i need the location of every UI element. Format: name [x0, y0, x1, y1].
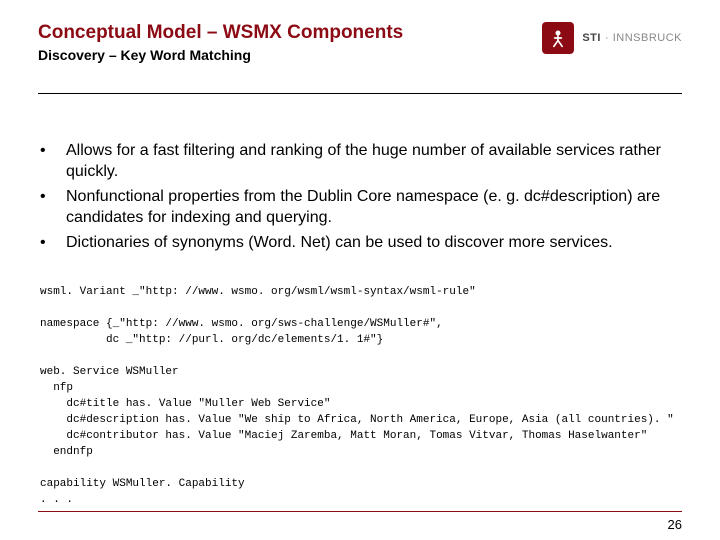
bullet-text: Dictionaries of synonyms (Word. Net) can… — [66, 232, 680, 253]
bullet-text: Allows for a fast filtering and ranking … — [66, 140, 680, 182]
list-item: • Allows for a fast filtering and rankin… — [40, 140, 680, 182]
logo-text: STI · INNSBRUCK — [582, 32, 682, 44]
bullet-dot: • — [40, 232, 66, 253]
list-item: • Dictionaries of synonyms (Word. Net) c… — [40, 232, 680, 253]
logo-primary: STI — [582, 32, 601, 44]
logo: STI · INNSBRUCK — [542, 22, 682, 54]
content-area: • Allows for a fast filtering and rankin… — [38, 140, 682, 509]
code-block: wsml. Variant _"http: //www. wsmo. org/w… — [40, 285, 680, 508]
bullet-dot: • — [40, 140, 66, 182]
header-divider — [38, 93, 682, 94]
list-item: • Nonfunctional properties from the Dubl… — [40, 186, 680, 228]
bullet-dot: • — [40, 186, 66, 228]
logo-icon — [542, 22, 574, 54]
footer-divider — [38, 511, 682, 512]
bullet-list: • Allows for a fast filtering and rankin… — [40, 140, 680, 254]
logo-secondary: · INNSBRUCK — [605, 32, 682, 44]
page-number: 26 — [668, 517, 682, 532]
bullet-text: Nonfunctional properties from the Dublin… — [66, 186, 680, 228]
